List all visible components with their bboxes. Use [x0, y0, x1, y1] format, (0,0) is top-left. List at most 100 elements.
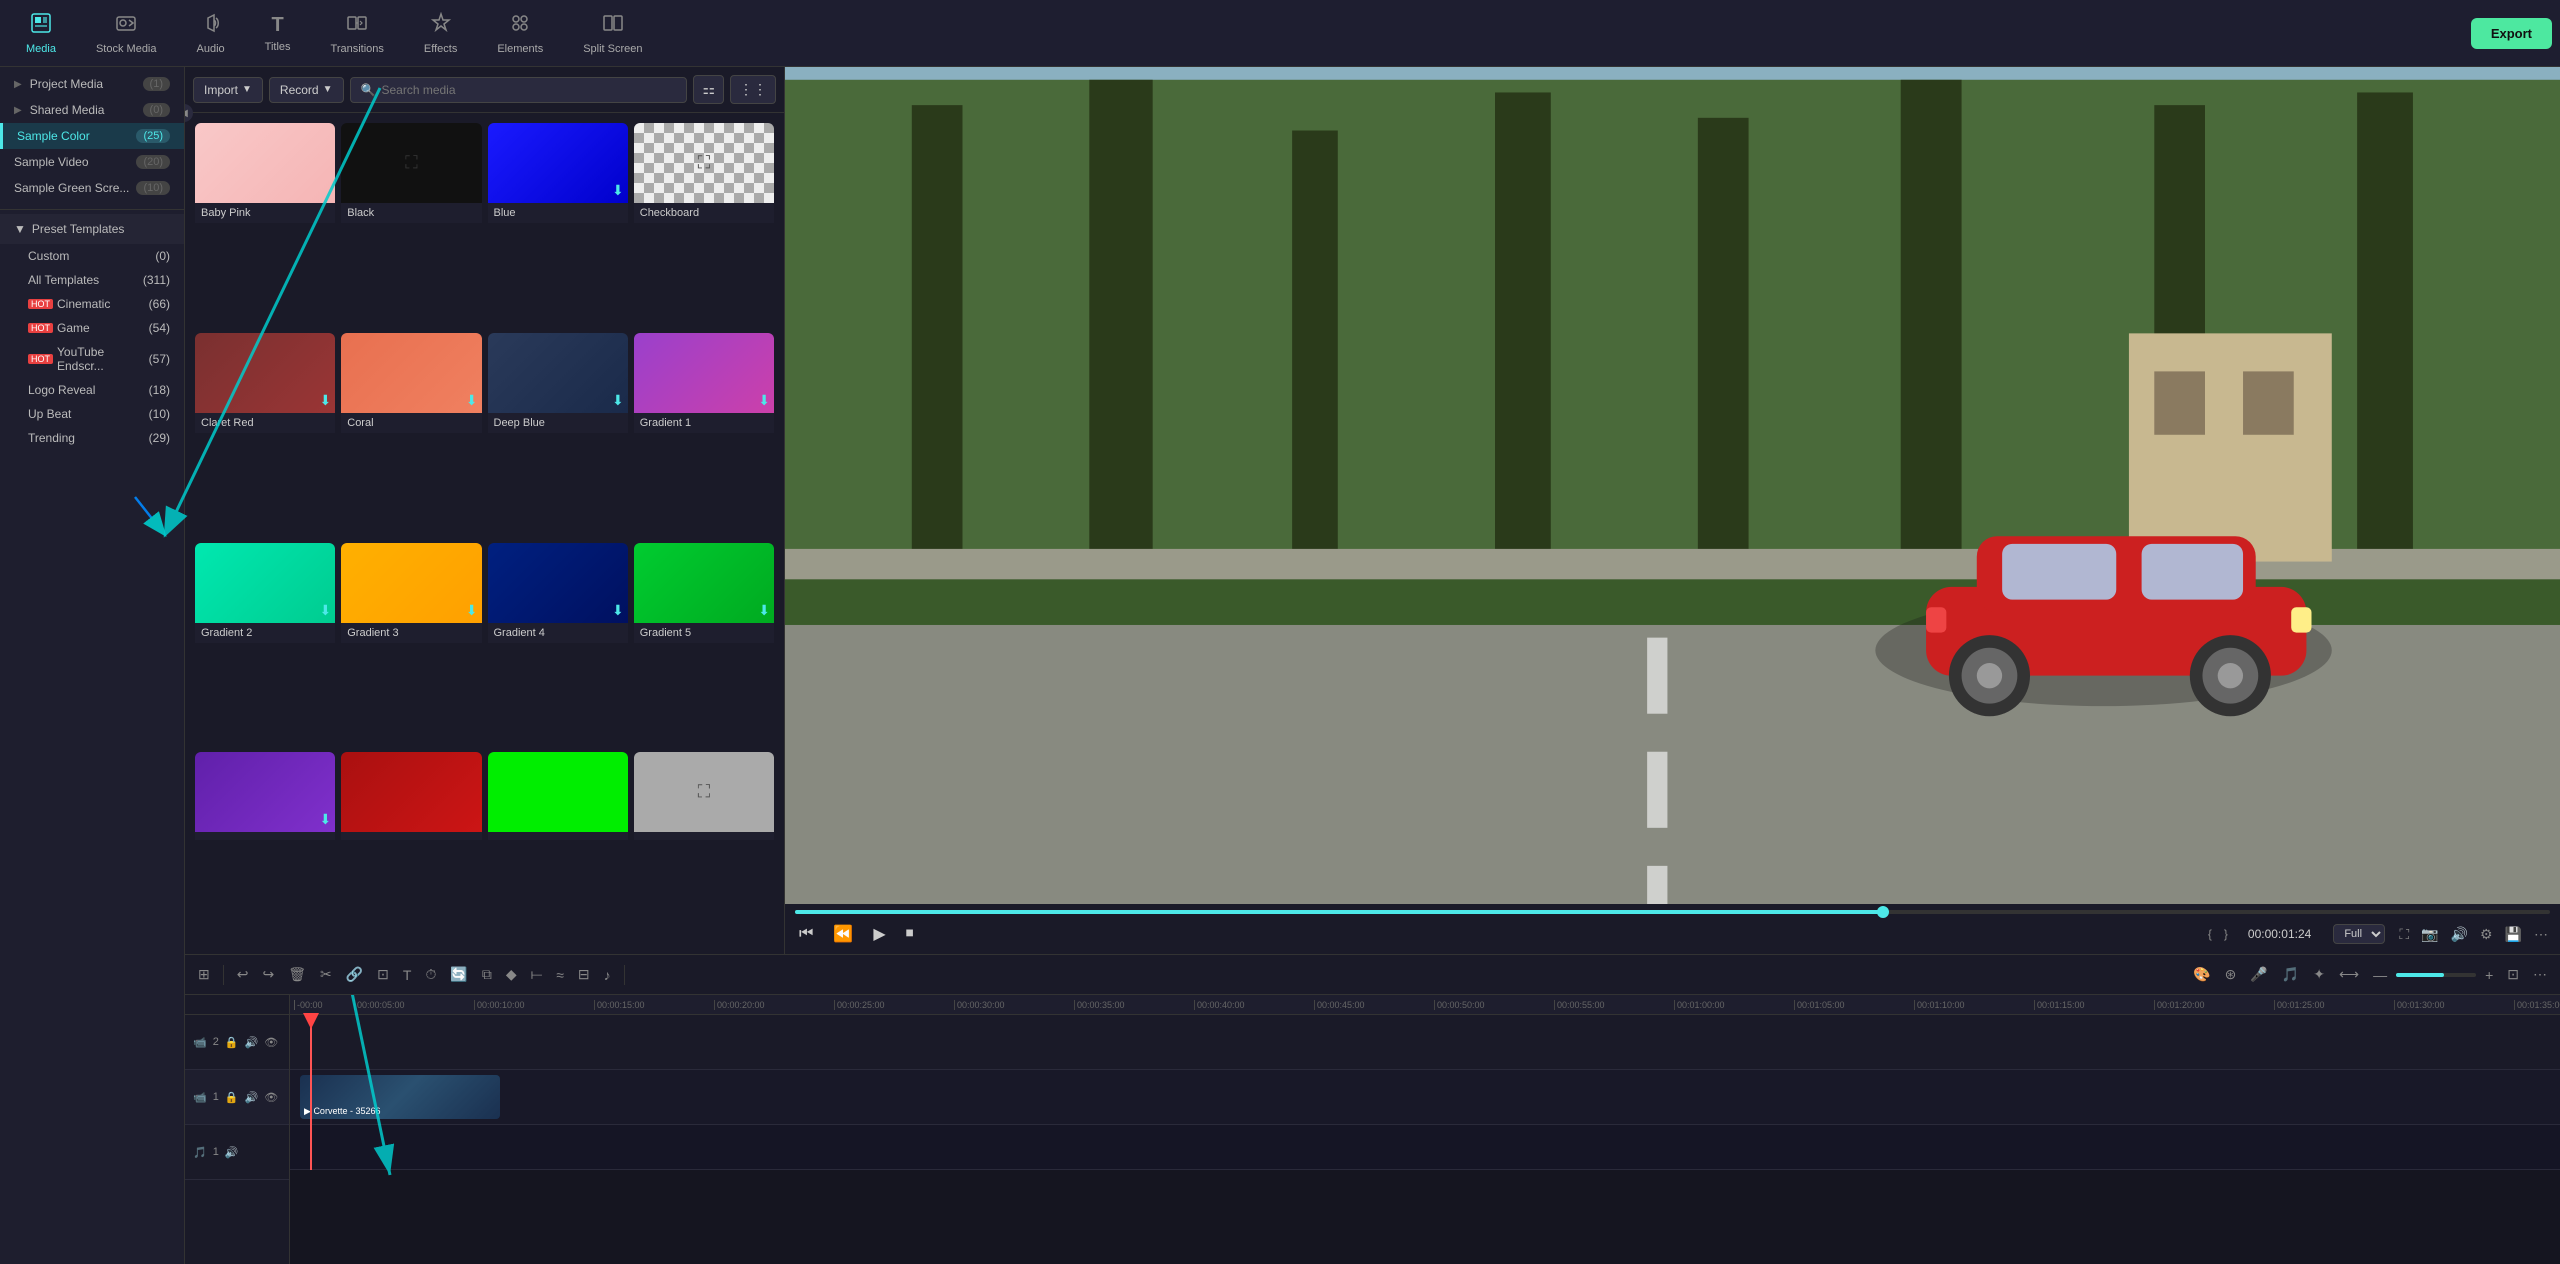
search-box[interactable]: 🔍 [350, 77, 688, 103]
settings-icon[interactable]: ⚙ [2478, 924, 2495, 945]
sidebar-preset-templates-header[interactable]: ▼ Preset Templates [0, 214, 184, 244]
sidebar-item-upbeat[interactable]: Up Beat (10) [0, 402, 184, 426]
sidebar-item-trending[interactable]: Trending (29) [0, 426, 184, 450]
sidebar-item-all-templates[interactable]: All Templates (311) [0, 268, 184, 292]
nav-transitions[interactable]: Transitions [313, 3, 402, 63]
filter-button[interactable]: ⚏ [693, 75, 724, 104]
sidebar-item-sample-color[interactable]: Sample Color (25) [0, 123, 184, 149]
screenshot-icon[interactable]: 📷 [2419, 924, 2440, 945]
zoom-out-button[interactable]: — [2368, 964, 2392, 986]
voice-button[interactable]: 🎤 [2245, 963, 2272, 986]
delete-button[interactable]: 🗑 [283, 963, 311, 986]
sidebar-item-shared-media[interactable]: ▶ Shared Media (0) [0, 97, 184, 123]
progress-bar[interactable] [795, 910, 2550, 914]
transition-tool-button[interactable]: ⟷ [2334, 963, 2364, 986]
clip-icon: ▶ [304, 1106, 311, 1116]
cut-button[interactable]: ✂ [315, 963, 337, 986]
color-card-gradient3[interactable]: ⬇ Gradient 3 [341, 543, 481, 747]
more-icon[interactable]: ⋯ [2532, 924, 2550, 945]
split-button[interactable]: ⊟ [573, 963, 595, 986]
keyframe-button[interactable]: ◆ [501, 963, 522, 986]
color-label: Black [341, 203, 481, 223]
color-card-claret[interactable]: ⬇ Claret Red [195, 333, 335, 537]
nav-media-label: Media [26, 43, 56, 55]
sidebar-item-project-media[interactable]: ▶ Project Media (1) [0, 71, 184, 97]
color-card-gradient5[interactable]: ⬇ Gradient 5 [634, 543, 774, 747]
sidebar-item-custom[interactable]: Custom (0) [0, 244, 184, 268]
color-card-black[interactable]: ⛶ Black [341, 123, 481, 327]
ai-button[interactable]: ✦ [2308, 963, 2330, 986]
search-input[interactable] [381, 83, 676, 97]
color-card-green[interactable] [488, 752, 628, 944]
nav-split-screen[interactable]: Split Screen [565, 3, 660, 63]
color-grade-button[interactable]: 🎨 [2188, 963, 2215, 986]
track-eye-icon[interactable]: 👁 [264, 1036, 278, 1049]
download-icon: ⬇ [466, 392, 478, 409]
import-button[interactable]: Import ▼ [193, 77, 263, 103]
sidebar-item-youtube[interactable]: HOT YouTube Endscr... (57) [0, 340, 184, 378]
sidebar-item-sample-green[interactable]: Sample Green Scre... (10) [0, 175, 184, 201]
color-card-gradient4[interactable]: ⬇ Gradient 4 [488, 543, 628, 747]
color-card-purple[interactable]: ⬇ [195, 752, 335, 944]
progress-thumb[interactable] [1877, 906, 1889, 918]
zoom-slider[interactable] [2396, 973, 2476, 977]
sidebar-item-logo-reveal[interactable]: Logo Reveal (18) [0, 378, 184, 402]
nav-media[interactable]: Media [8, 3, 74, 63]
stabilize-button[interactable]: ⊛ [2220, 963, 2242, 986]
nav-audio[interactable]: Audio [179, 3, 243, 63]
color-card-gradient1[interactable]: ⬇ Gradient 1 [634, 333, 774, 537]
undo-button[interactable]: ↩ [232, 963, 254, 986]
track-audio-icon[interactable]: 🔊 [245, 1036, 259, 1049]
save-frame-icon[interactable]: 💾 [2503, 924, 2524, 945]
grid-toggle-button[interactable]: ⊞ [193, 963, 215, 986]
play-button[interactable]: ▶ [869, 920, 889, 948]
track-eye-icon-1[interactable]: 👁 [264, 1091, 278, 1104]
fullscreen-icon[interactable]: ⛶ [2397, 924, 2411, 945]
music-button[interactable]: 🎵 [2277, 963, 2304, 986]
volume-icon[interactable]: 🔊 [2449, 924, 2470, 945]
nav-titles[interactable]: T Titles [247, 3, 309, 63]
nav-stock-media[interactable]: Stock Media [78, 3, 175, 63]
quality-select[interactable]: Full [2333, 924, 2385, 944]
skip-back-button[interactable]: ⏮ [795, 921, 817, 947]
color-swatch: ⛶ [634, 123, 774, 203]
color-card-red[interactable] [341, 752, 481, 944]
sidebar-item-sample-video[interactable]: Sample Video (20) [0, 149, 184, 175]
crop-button[interactable]: ⧉ [477, 963, 497, 986]
audio-track-button[interactable]: ♪ [599, 964, 616, 986]
titles-icon: T [271, 14, 283, 37]
color-card-baby-pink[interactable]: Baby Pink [195, 123, 335, 327]
fit-button[interactable]: ⊡ [2502, 963, 2524, 986]
color-card-blue[interactable]: ⬇ Blue [488, 123, 628, 327]
speed-button[interactable]: ≈ [551, 964, 569, 986]
loop-button[interactable]: 🔄 [445, 963, 472, 986]
frame-back-button[interactable]: ⏪ [829, 920, 857, 948]
track-lock-icon-1[interactable]: 🔒 [225, 1091, 239, 1104]
stop-button[interactable]: ⏹ [902, 921, 918, 947]
unlink-button[interactable]: 🔗 [341, 963, 368, 986]
timer-button[interactable]: ⏱ [420, 963, 441, 986]
project-media-label: Project Media [30, 77, 103, 91]
more-button[interactable]: ⋯ [2528, 963, 2552, 986]
color-card-gray[interactable]: ⛶ [634, 752, 774, 944]
color-card-deep-blue[interactable]: ⬇ Deep Blue [488, 333, 628, 537]
nav-elements[interactable]: Elements [479, 3, 561, 63]
track-audio-vol-icon[interactable]: 🔊 [225, 1146, 239, 1159]
trim-button[interactable]: ⟝ [526, 963, 548, 986]
text-button[interactable]: T [398, 964, 417, 986]
color-card-coral[interactable]: ⬇ Coral [341, 333, 481, 537]
group-button[interactable]: ⊡ [372, 963, 394, 986]
grid-view-button[interactable]: ⋮⋮ [730, 75, 776, 104]
record-button[interactable]: Record ▼ [269, 77, 344, 103]
track-lock-icon[interactable]: 🔒 [225, 1036, 239, 1049]
video-clip-corvette[interactable]: ▶ Corvette - 35266 [300, 1075, 500, 1119]
sidebar-item-game[interactable]: HOT Game (54) [0, 316, 184, 340]
zoom-in-button[interactable]: + [2480, 964, 2498, 986]
nav-effects[interactable]: Effects [406, 3, 475, 63]
export-button[interactable]: Export [2471, 18, 2552, 49]
sidebar-item-cinematic[interactable]: HOT Cinematic (66) [0, 292, 184, 316]
track-audio-icon-1[interactable]: 🔊 [245, 1091, 259, 1104]
color-card-checkboard[interactable]: ⛶ Checkboard [634, 123, 774, 327]
color-card-gradient2[interactable]: ⬇ Gradient 2 [195, 543, 335, 747]
redo-button[interactable]: ↪ [257, 963, 279, 986]
